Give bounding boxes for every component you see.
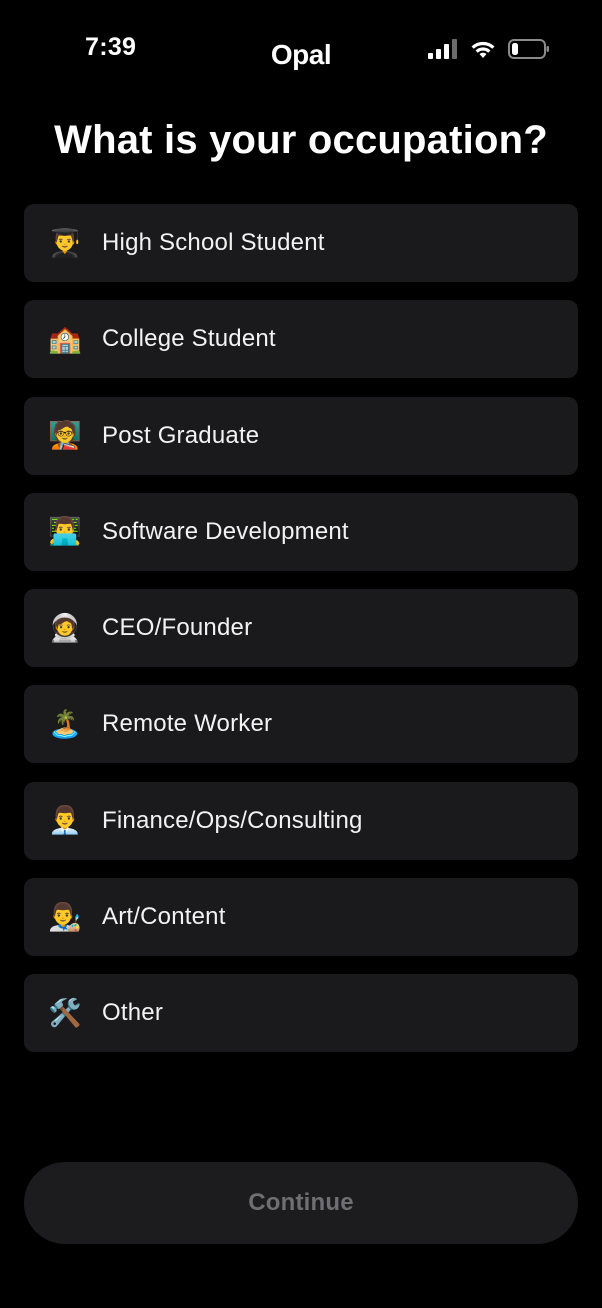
battery-icon — [508, 39, 549, 59]
wifi-icon — [471, 41, 495, 58]
desert-island-icon: 🏝️ — [48, 708, 82, 739]
option-label: Art/Content — [102, 903, 226, 931]
artist-icon: 👨‍🎨 — [48, 901, 82, 932]
cellular-signal-icon — [428, 39, 457, 59]
status-bar: 7:39 Opal — [0, 0, 602, 100]
option-label: Finance/Ops/Consulting — [102, 806, 363, 834]
option-label: CEO/Founder — [102, 614, 253, 642]
option-college-student[interactable]: 🏫 College Student — [24, 300, 578, 379]
status-icons — [428, 38, 550, 60]
option-remote-worker[interactable]: 🏝️ Remote Worker — [24, 685, 578, 764]
continue-button[interactable]: Continue — [24, 1162, 578, 1244]
option-other[interactable]: 🛠️ Other — [24, 974, 578, 1053]
astronaut-icon: 🧑‍🚀 — [48, 612, 82, 643]
option-post-graduate[interactable]: 🧑‍🏫 Post Graduate — [24, 396, 578, 475]
page-title: What is your occupation? — [54, 118, 548, 162]
option-ceo-founder[interactable]: 🧑‍🚀 CEO/Founder — [24, 589, 578, 668]
option-label: College Student — [102, 325, 276, 353]
office-worker-icon: 👨‍💼 — [48, 805, 82, 836]
option-label: Other — [102, 999, 164, 1027]
hammer-and-wrench-icon: 🛠️ — [48, 997, 82, 1028]
graduate-icon: 👨‍🎓 — [48, 227, 82, 258]
occupation-options: 👨‍🎓 High School Student 🏫 College Studen… — [24, 204, 578, 1071]
school-building-icon: 🏫 — [48, 323, 82, 354]
option-finance-ops-consulting[interactable]: 👨‍💼 Finance/Ops/Consulting — [24, 781, 578, 860]
option-software-development[interactable]: 👨‍💻 Software Development — [24, 492, 578, 571]
option-high-school-student[interactable]: 👨‍🎓 High School Student — [24, 204, 578, 282]
option-label: Software Development — [102, 517, 349, 545]
option-label: Remote Worker — [102, 710, 273, 738]
technologist-icon: 👨‍💻 — [48, 516, 82, 547]
option-art-content[interactable]: 👨‍🎨 Art/Content — [24, 878, 578, 957]
teacher-icon: 🧑‍🏫 — [48, 420, 82, 451]
option-label: High School Student — [102, 229, 325, 256]
option-label: Post Graduate — [102, 421, 260, 449]
